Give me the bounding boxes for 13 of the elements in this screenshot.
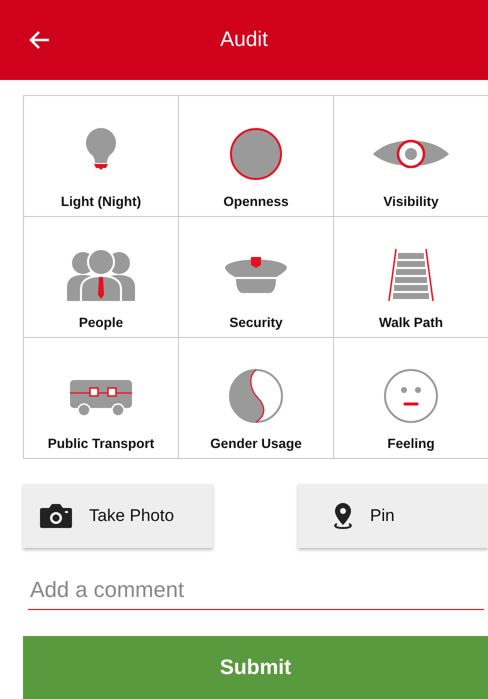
category-tile[interactable]: Light (Night) <box>24 96 179 217</box>
camera-icon <box>39 502 73 530</box>
category-tile[interactable]: Public Transport <box>24 338 179 459</box>
category-tile[interactable]: Gender Usage <box>179 338 334 459</box>
take-photo-button[interactable]: Take Photo <box>23 484 213 548</box>
yin-yang-icon <box>226 366 286 426</box>
face-icon <box>381 366 441 426</box>
category-tile[interactable]: People <box>24 217 179 338</box>
category-tile[interactable]: Openness <box>179 96 334 217</box>
header-title: Audit <box>220 28 268 52</box>
category-tile[interactable]: Security <box>179 217 334 338</box>
pin-button[interactable]: Pin <box>298 484 488 548</box>
location-pin-icon <box>332 502 354 530</box>
